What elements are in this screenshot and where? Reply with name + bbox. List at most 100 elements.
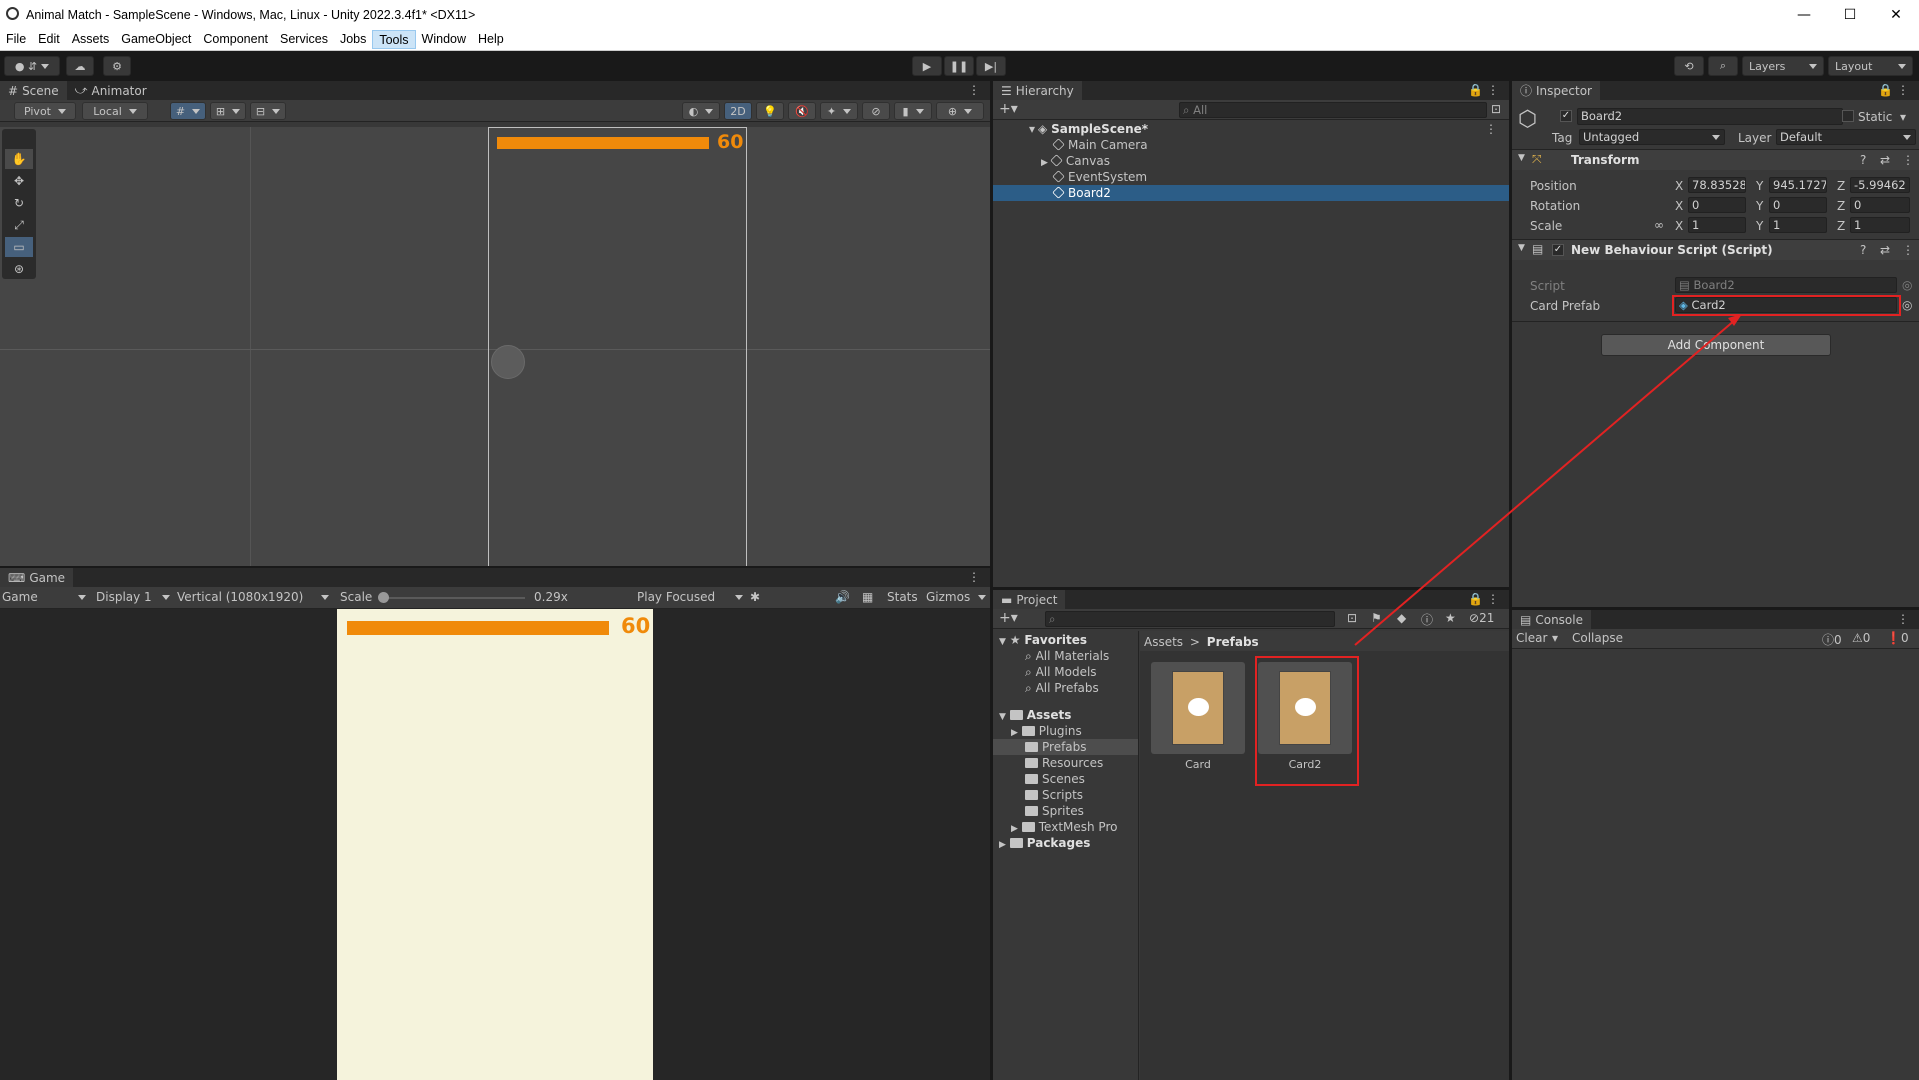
collab-button[interactable]: ⚙: [103, 56, 131, 76]
more-options-icon[interactable]: ⋮: [1485, 122, 1497, 136]
folder-plugins[interactable]: ▶ Plugins: [1011, 723, 1082, 739]
more-options-icon[interactable]: ⋮: [1902, 153, 1914, 167]
help-icon[interactable]: ?: [1860, 153, 1866, 167]
tab-project[interactable]: ▬ Project: [993, 590, 1066, 609]
transform-header[interactable]: ▼ ⤧ Transform ? ⇄ ⋮: [1512, 150, 1919, 170]
move-tool-icon[interactable]: ✥: [5, 171, 33, 191]
lock-icon[interactable]: 🔒: [1468, 592, 1483, 606]
scale-z-field[interactable]: 1: [1850, 217, 1910, 233]
filter-icon[interactable]: ⊡: [1491, 102, 1501, 116]
help-icon[interactable]: ?: [1860, 243, 1866, 257]
favorite-all-models[interactable]: ⌕ All Models: [1025, 664, 1097, 680]
account-button[interactable]: ● ⇵: [4, 56, 60, 76]
lighting-toggle[interactable]: 💡: [756, 102, 784, 120]
menu-help[interactable]: Help: [472, 30, 510, 49]
clear-options-dropdown[interactable]: ▾: [1552, 631, 1558, 645]
game-mode-dropdown[interactable]: Game: [2, 590, 86, 604]
lock-icon[interactable]: 🔒: [1878, 83, 1893, 97]
breadcrumb-assets[interactable]: Assets: [1144, 635, 1183, 649]
scene-canvas[interactable]: 60: [0, 127, 990, 567]
prefab-card[interactable]: [1151, 662, 1245, 754]
hierarchy-search-input[interactable]: ⌕ All: [1179, 102, 1487, 118]
camera-dropdown[interactable]: ▮: [894, 102, 932, 120]
tab-scene[interactable]: # Scene: [0, 81, 67, 100]
clear-button[interactable]: Clear: [1516, 631, 1547, 645]
active-checkbox[interactable]: ✓: [1560, 110, 1572, 122]
bug-icon[interactable]: ✱: [750, 590, 760, 604]
create-plus-icon[interactable]: +▾: [999, 610, 1018, 626]
script-component-header[interactable]: ▼ ▤ ✓ New Behaviour Script (Script) ? ⇄ …: [1512, 240, 1919, 260]
menu-component[interactable]: Component: [197, 30, 274, 49]
visibility-toggle[interactable]: ⊘: [862, 102, 890, 120]
game-viewport[interactable]: 60: [0, 609, 990, 1080]
scale-y-field[interactable]: 1: [1769, 217, 1827, 233]
menu-jobs[interactable]: Jobs: [334, 30, 372, 49]
audio-toggle[interactable]: 🔇: [788, 102, 816, 120]
menu-assets[interactable]: Assets: [66, 30, 116, 49]
game-gizmos-dropdown[interactable]: Gizmos: [926, 590, 986, 604]
more-options-icon[interactable]: ⋮: [968, 570, 980, 584]
chevron-down-icon[interactable]: ▾: [1029, 121, 1035, 137]
rect-tool-icon[interactable]: ▭: [5, 237, 33, 257]
rotation-x-field[interactable]: 0: [1688, 197, 1746, 213]
chevron-right-icon[interactable]: ▶: [1041, 158, 1048, 168]
more-options-icon[interactable]: ⋮: [1897, 83, 1909, 97]
more-options-icon[interactable]: ⋮: [968, 83, 980, 97]
more-options-icon[interactable]: ⋮: [1487, 83, 1499, 97]
static-checkbox[interactable]: [1842, 110, 1854, 122]
tab-inspector[interactable]: ⓘ Inspector: [1512, 81, 1600, 100]
folder-resources[interactable]: Resources: [1025, 755, 1103, 771]
static-dropdown-icon[interactable]: ▾: [1900, 110, 1906, 124]
folder-scripts[interactable]: Scripts: [1025, 787, 1083, 803]
menu-file[interactable]: File: [0, 30, 32, 49]
folder-prefabs[interactable]: Prefabs: [1025, 739, 1087, 755]
pivot-dropdown[interactable]: Pivot: [14, 102, 76, 120]
local-dropdown[interactable]: Local: [82, 102, 148, 120]
folder-textmesh-pro[interactable]: ▶ TextMesh Pro: [1011, 819, 1117, 835]
position-y-field[interactable]: 945.1727: [1769, 177, 1827, 193]
menu-gameobject[interactable]: GameObject: [115, 30, 197, 49]
effects-dropdown[interactable]: ✦: [820, 102, 858, 120]
hierarchy-item-main-camera[interactable]: Main Camera: [1052, 137, 1148, 153]
tab-hierarchy[interactable]: ☰ Hierarchy: [993, 81, 1082, 100]
collapse-button[interactable]: Collapse: [1572, 631, 1623, 645]
scale-slider-track[interactable]: [380, 597, 525, 599]
more-options-icon[interactable]: ⋮: [1902, 243, 1914, 257]
console-log-area[interactable]: [1512, 649, 1919, 1080]
layers-dropdown[interactable]: Layers: [1742, 56, 1824, 76]
script-enabled-checkbox[interactable]: ✓: [1552, 244, 1564, 256]
more-options-icon[interactable]: ⋮: [1487, 592, 1499, 606]
tab-game[interactable]: ⌨ Game: [0, 568, 74, 587]
search-button[interactable]: ⌕: [1708, 56, 1738, 76]
favorite-all-materials[interactable]: ⌕ All Materials: [1025, 648, 1109, 664]
constrain-proportions-icon[interactable]: ∞: [1654, 218, 1664, 232]
object-name-field[interactable]: Board2: [1577, 108, 1843, 125]
packages-header[interactable]: ▶ Packages: [999, 835, 1090, 851]
scale-slider-handle[interactable]: [378, 592, 389, 603]
board-gizmo-circle[interactable]: [491, 345, 525, 379]
tab-console[interactable]: ▤ Console: [1512, 610, 1591, 629]
create-plus-icon[interactable]: +▾: [999, 101, 1018, 117]
preset-icon[interactable]: ⇄: [1880, 153, 1890, 167]
menu-window[interactable]: Window: [416, 30, 472, 49]
pause-button[interactable]: ❚❚: [944, 56, 974, 76]
close-button[interactable]: ✕: [1873, 0, 1919, 29]
undo-history-button[interactable]: ⟲: [1674, 56, 1704, 76]
play-focused-dropdown[interactable]: Play Focused: [637, 590, 743, 604]
info-icon[interactable]: ⓘ: [1421, 611, 1433, 628]
object-picker-icon[interactable]: ◎: [1902, 298, 1912, 312]
menu-services[interactable]: Services: [274, 30, 334, 49]
gizmos-dropdown[interactable]: ⊕: [936, 102, 984, 120]
play-button[interactable]: ▶: [912, 56, 942, 76]
assets-header[interactable]: ▼ Assets: [999, 707, 1071, 723]
speaker-icon[interactable]: 🔊: [835, 590, 850, 604]
folder-scenes[interactable]: Scenes: [1025, 771, 1085, 787]
hierarchy-item-board2[interactable]: Board2: [1052, 185, 1111, 201]
keyboard-icon[interactable]: ▦: [862, 590, 873, 604]
minimize-button[interactable]: —: [1781, 0, 1827, 29]
draw-mode-dropdown[interactable]: ◐: [682, 102, 720, 120]
position-z-field[interactable]: -5.99462: [1850, 177, 1910, 193]
menu-tools[interactable]: Tools: [372, 30, 416, 49]
mode-2d-toggle[interactable]: 2D: [724, 102, 752, 120]
breadcrumb-prefabs[interactable]: Prefabs: [1207, 635, 1259, 649]
